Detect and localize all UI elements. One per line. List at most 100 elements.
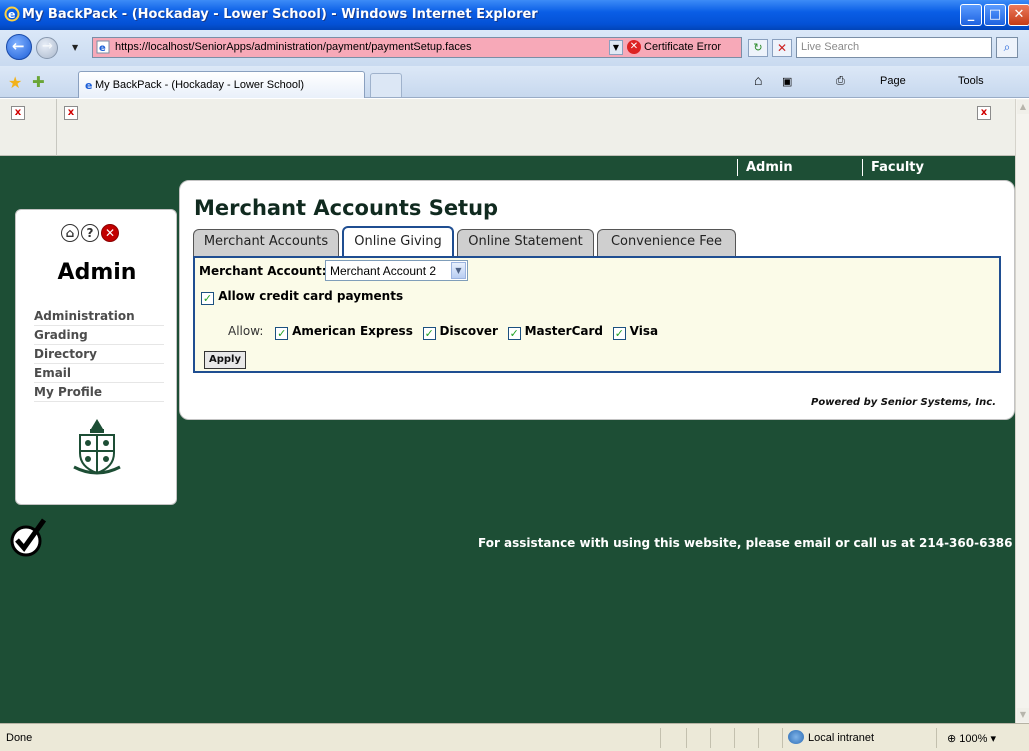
tools-menu[interactable]: Tools bbox=[958, 75, 984, 87]
online-giving-panel: Merchant Account: Merchant Account 2 ▼ ✓… bbox=[193, 256, 1001, 373]
scroll-down-icon[interactable]: ▼ bbox=[1017, 708, 1029, 722]
certificate-error-icon[interactable]: ✕ bbox=[627, 40, 641, 54]
status-divider bbox=[660, 728, 661, 748]
merchant-account-value[interactable]: Merchant Account 2 bbox=[330, 264, 436, 278]
svg-text:e: e bbox=[99, 43, 106, 54]
close-window-button[interactable]: ✕ bbox=[1008, 4, 1029, 26]
zoom-value[interactable]: 100% bbox=[959, 733, 987, 745]
nav-faculty[interactable]: Faculty bbox=[862, 159, 982, 176]
url-dropdown-icon[interactable]: ▼ bbox=[609, 40, 623, 55]
mastercard-checkbox[interactable]: ✓ bbox=[507, 327, 521, 340]
certificate-error-label[interactable]: Certificate Error bbox=[644, 41, 721, 53]
status-divider bbox=[710, 728, 711, 748]
banner-divider bbox=[56, 99, 57, 156]
menu-item-directory[interactable]: Directory bbox=[34, 345, 164, 364]
status-divider bbox=[936, 728, 937, 748]
menu-item-my-profile[interactable]: My Profile bbox=[34, 383, 164, 402]
tab-convenience-fee[interactable]: Convenience Fee bbox=[597, 229, 736, 256]
mastercard-label: MasterCard bbox=[524, 324, 603, 338]
merchant-account-select[interactable]: Merchant Account 2 ▼ bbox=[325, 260, 468, 281]
back-button[interactable]: ← bbox=[6, 34, 32, 60]
svg-text:e: e bbox=[8, 8, 15, 21]
vertical-scrollbar[interactable]: ▲ ▼ bbox=[1015, 99, 1029, 723]
favorites-tab-bar: ★ ✚ e My BackPack - (Hockaday - Lower Sc… bbox=[0, 66, 1029, 98]
forward-arrow-icon: → bbox=[42, 39, 53, 54]
admin-side-panel: ⌂? ✕ Admin Administration Grading Directo… bbox=[15, 209, 177, 505]
add-favorites-icon[interactable]: ✚ bbox=[32, 73, 45, 91]
apply-button[interactable]: Apply bbox=[204, 351, 246, 369]
intranet-zone-icon bbox=[788, 730, 804, 744]
status-divider bbox=[758, 728, 759, 748]
favorites-star-icon[interactable]: ★ bbox=[8, 73, 22, 92]
page-title: Merchant Accounts Setup bbox=[194, 196, 499, 220]
zoom-level[interactable]: ⊕ 100% ▾ bbox=[947, 732, 996, 745]
admin-menu: Administration Grading Directory Email M… bbox=[34, 307, 164, 402]
status-divider bbox=[686, 728, 687, 748]
broken-image-icon: x bbox=[11, 106, 25, 120]
visa-checkbox[interactable]: ✓ bbox=[612, 327, 626, 340]
allowed-cards-row: Allow: ✓ American Express ✓ Discover ✓ M… bbox=[228, 324, 664, 340]
feeds-icon[interactable]: ▣ bbox=[782, 75, 792, 88]
discover-label: Discover bbox=[439, 324, 498, 338]
tab-online-giving[interactable]: Online Giving bbox=[342, 226, 454, 257]
search-icon[interactable]: ⌕ bbox=[996, 37, 1018, 58]
status-divider bbox=[782, 728, 783, 748]
svg-text:e: e bbox=[85, 79, 92, 92]
history-dropdown-icon[interactable]: ▼ bbox=[72, 43, 78, 52]
status-text: Done bbox=[6, 732, 33, 744]
browser-tab[interactable]: e My BackPack - (Hockaday - Lower School… bbox=[78, 71, 365, 98]
browser-tab-label[interactable]: My BackPack - (Hockaday - Lower School) bbox=[95, 79, 304, 91]
page-icon: e bbox=[96, 40, 110, 54]
discover-checkbox[interactable]: ✓ bbox=[422, 327, 436, 340]
home-icon[interactable]: ⌂ bbox=[61, 224, 79, 242]
allow-credit-card-checkbox[interactable]: ✓ bbox=[201, 292, 214, 305]
tab-merchant-accounts[interactable]: Merchant Accounts bbox=[193, 229, 339, 256]
page-content: x x x Admin Faculty ⌂? ✕ Admin Administra… bbox=[0, 99, 1015, 723]
header-banner: x x x bbox=[0, 99, 1015, 156]
menu-item-grading[interactable]: Grading bbox=[34, 326, 164, 345]
address-bar: ← → ▼ e https://localhost/SeniorApps/adm… bbox=[0, 30, 1029, 66]
zoom-icon: ⊕ bbox=[947, 733, 957, 745]
school-crest-logo bbox=[73, 419, 121, 475]
broken-image-icon: x bbox=[977, 106, 991, 120]
checkmark-logo-icon bbox=[10, 518, 46, 557]
forward-button[interactable]: → bbox=[36, 37, 58, 59]
url-text[interactable]: https://localhost/SeniorApps/administrat… bbox=[115, 41, 471, 53]
security-zone-label[interactable]: Local intranet bbox=[808, 732, 874, 744]
new-tab-button[interactable] bbox=[370, 73, 402, 97]
powered-by-text: Powered by Senior Systems, Inc. bbox=[811, 397, 996, 408]
url-field[interactable]: e https://localhost/SeniorApps/administr… bbox=[92, 37, 742, 58]
assistance-text: For assistance with using this website, … bbox=[478, 536, 1013, 550]
back-arrow-icon: ← bbox=[12, 37, 25, 55]
refresh-button[interactable]: ↻ bbox=[748, 39, 768, 57]
search-placeholder: Live Search bbox=[801, 41, 860, 53]
allow-label: Allow: bbox=[228, 324, 264, 338]
panel-icon-group: ⌂? ✕ bbox=[61, 224, 121, 242]
panel-title: Admin bbox=[57, 260, 137, 285]
menu-item-administration[interactable]: Administration bbox=[34, 307, 164, 326]
amex-label: American Express bbox=[292, 324, 413, 338]
nav-admin[interactable]: Admin bbox=[737, 159, 857, 176]
amex-checkbox[interactable]: ✓ bbox=[275, 327, 289, 340]
stop-button[interactable]: ✕ bbox=[772, 39, 792, 57]
logout-icon[interactable]: ✕ bbox=[101, 224, 119, 242]
print-icon[interactable]: ⎙ bbox=[836, 75, 845, 88]
window-title: My BackPack - (Hockaday - Lower School) … bbox=[22, 7, 538, 22]
menu-item-email[interactable]: Email bbox=[34, 364, 164, 383]
minimize-button[interactable]: _ bbox=[960, 4, 982, 26]
broken-image-icon: x bbox=[64, 106, 78, 120]
status-divider bbox=[734, 728, 735, 748]
page-menu[interactable]: Page bbox=[880, 75, 906, 87]
allow-credit-card-label: Allow credit card payments bbox=[218, 289, 404, 303]
tab-online-statement[interactable]: Online Statement bbox=[457, 229, 594, 256]
help-icon[interactable]: ? bbox=[81, 224, 99, 242]
allow-credit-card-row: ✓ Allow credit card payments bbox=[201, 289, 403, 305]
status-bar: Done Local intranet ⊕ 100% ▾ bbox=[0, 723, 1029, 751]
chevron-down-icon[interactable]: ▼ bbox=[451, 262, 466, 279]
maximize-button[interactable]: □ bbox=[984, 4, 1006, 26]
home-icon[interactable]: ⌂ bbox=[754, 72, 762, 88]
window-title-bar: e My BackPack - (Hockaday - Lower School… bbox=[0, 0, 1029, 30]
search-input[interactable]: Live Search bbox=[796, 37, 992, 58]
scroll-up-icon[interactable]: ▲ bbox=[1017, 100, 1029, 114]
merchant-accounts-card: Merchant Accounts Setup Merchant Account… bbox=[179, 180, 1015, 420]
